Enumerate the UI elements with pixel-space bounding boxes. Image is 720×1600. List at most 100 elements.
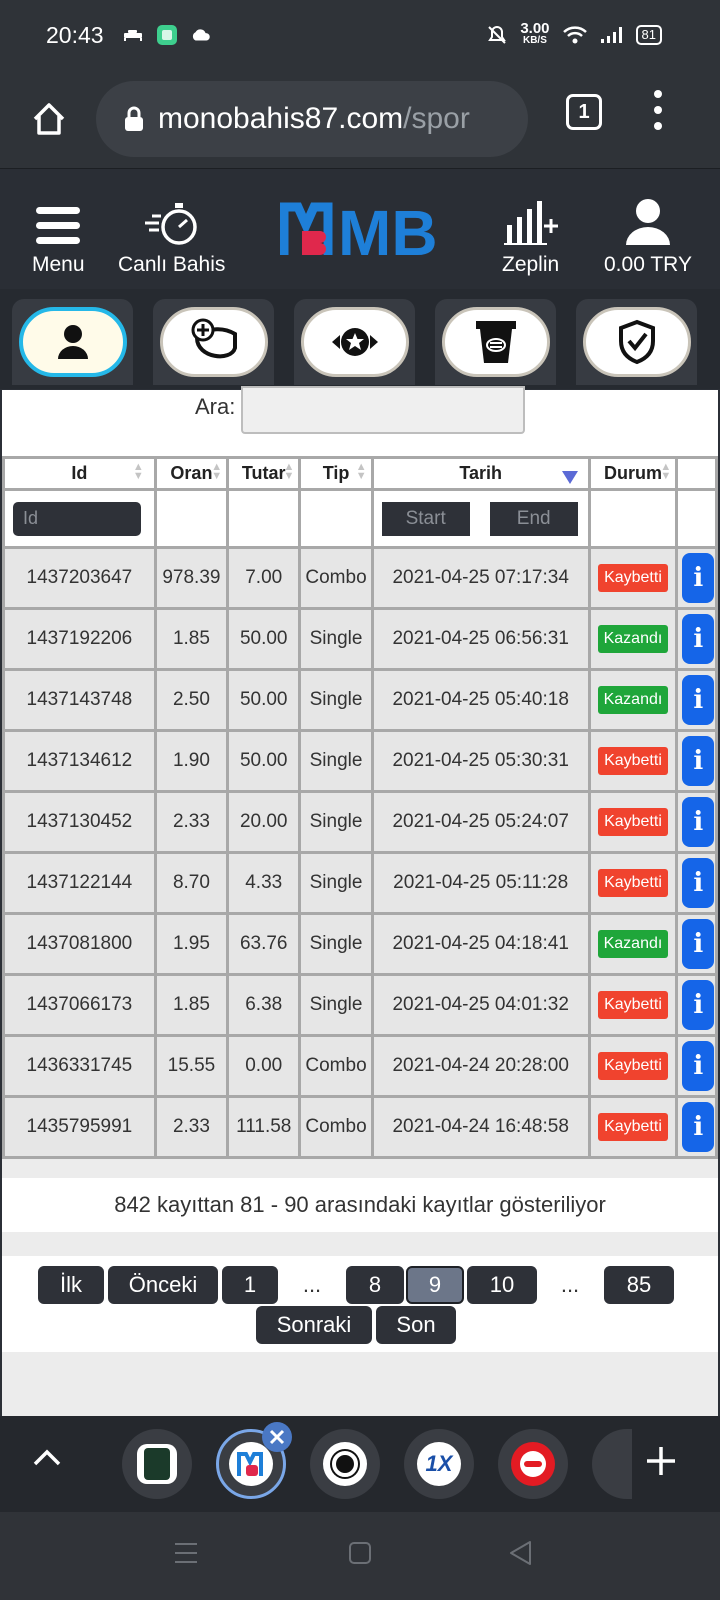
bonus-pill bbox=[300, 307, 409, 377]
info-button[interactable]: i bbox=[682, 553, 715, 603]
stopwatch-icon bbox=[143, 187, 201, 247]
col-header-tarih[interactable]: Tarih bbox=[373, 459, 588, 488]
user-icon bbox=[624, 187, 672, 247]
col-header-tutar[interactable]: Tutar ▲ ▼ bbox=[229, 459, 299, 488]
search-input[interactable] bbox=[241, 386, 525, 434]
tab-deposit[interactable] bbox=[153, 299, 274, 385]
tutar-cell: 50.00 bbox=[229, 732, 299, 790]
home-nav-button[interactable] bbox=[348, 1541, 372, 1570]
col-header-id[interactable]: Id ▲ ▼ bbox=[5, 459, 154, 488]
page-1-button[interactable]: 1 bbox=[222, 1266, 278, 1304]
back-triangle-icon bbox=[510, 1541, 531, 1565]
system-navigation-bar bbox=[0, 1512, 720, 1600]
info-button[interactable]: i bbox=[682, 1102, 715, 1152]
tab-thumb-1[interactable] bbox=[122, 1429, 192, 1499]
tab-thumb-4[interactable]: 1X bbox=[404, 1429, 474, 1499]
info-button[interactable]: i bbox=[682, 1041, 715, 1091]
info-button[interactable]: i bbox=[682, 858, 715, 908]
address-bar[interactable]: monobahis87.com/spor bbox=[96, 81, 528, 157]
account-button[interactable]: 0.00 TRY bbox=[604, 187, 692, 277]
status-bar: 20:43 3.00 KB/S 81 bbox=[0, 0, 720, 70]
col-header-tip[interactable]: Tip ▲ ▼ bbox=[301, 459, 371, 488]
search-row: Ara: bbox=[2, 386, 718, 458]
bet-history-table: Id ▲ ▼ Oran ▲ ▼ Tutar ▲ ▼ Tip ▲ ▼ Tarih Durum ▲ ▼ … bbox=[2, 456, 718, 1159]
col-header-durum[interactable]: Durum ▲ ▼ bbox=[590, 459, 676, 488]
info-button[interactable]: i bbox=[682, 919, 715, 969]
info-button[interactable]: i bbox=[682, 797, 715, 847]
home-button[interactable] bbox=[24, 94, 74, 144]
tip-cell: Single bbox=[301, 732, 371, 790]
status-badge: Kazandı bbox=[597, 625, 669, 653]
search-label: Ara: bbox=[195, 394, 236, 419]
oran-cell: 1.85 bbox=[156, 610, 227, 668]
tarih-cell: 2021-04-25 05:11:28 bbox=[373, 854, 588, 912]
tab-profile[interactable] bbox=[12, 299, 133, 385]
page-85-button[interactable]: 85 bbox=[604, 1266, 674, 1304]
id-cell: 1437203647 bbox=[5, 549, 154, 607]
start-date-input[interactable]: Start bbox=[381, 501, 470, 536]
tip-cell: Single bbox=[301, 793, 371, 851]
info-cell: i bbox=[678, 793, 715, 851]
durum-cell: Kaybetti bbox=[590, 1037, 676, 1095]
recents-button[interactable] bbox=[174, 1542, 198, 1569]
id-cell: 1437192206 bbox=[5, 610, 154, 668]
live-betting-button[interactable]: Canlı Bahis bbox=[118, 187, 225, 277]
id-filter-input[interactable]: Id bbox=[13, 501, 141, 536]
status-badge: Kaybetti bbox=[598, 991, 668, 1019]
tab-thumb-5[interactable] bbox=[498, 1429, 568, 1499]
home-square-icon bbox=[349, 1542, 371, 1564]
page-9-button-current[interactable]: 9 bbox=[406, 1266, 464, 1304]
info-icon: i bbox=[693, 868, 704, 898]
close-tab-button[interactable] bbox=[262, 1422, 292, 1452]
table-row: 1437130452 2.33 20.00 Single 2021-04-25 05:2… bbox=[5, 793, 715, 851]
site-logo[interactable]: MB bbox=[279, 197, 440, 269]
tab-thumb-6-partial[interactable] bbox=[592, 1429, 632, 1499]
lock-icon bbox=[125, 106, 143, 131]
table-row: 1437122144 8.70 4.33 Single 2021-04-25 05:11… bbox=[5, 854, 715, 912]
status-badge: Kazandı bbox=[597, 686, 669, 714]
add-money-icon bbox=[191, 318, 237, 359]
status-badge: Kazandı bbox=[597, 930, 669, 958]
browser-menu-button[interactable] bbox=[654, 90, 662, 130]
new-tab-button[interactable] bbox=[644, 1444, 678, 1483]
tab-thumb-3[interactable] bbox=[310, 1429, 380, 1499]
info-button[interactable]: i bbox=[682, 675, 715, 725]
id-cell: 1437066173 bbox=[5, 976, 154, 1034]
info-cell: i bbox=[678, 1037, 715, 1095]
oran-cell: 2.50 bbox=[156, 671, 227, 729]
durum-cell: Kazandı bbox=[590, 671, 676, 729]
status-time: 20:43 bbox=[46, 21, 104, 48]
tab-withdraw[interactable] bbox=[435, 299, 556, 385]
page-first-button[interactable]: İlk bbox=[38, 1266, 104, 1304]
page-ellipsis: ... bbox=[560, 1272, 580, 1297]
collapse-tabs-button[interactable] bbox=[30, 1446, 64, 1475]
tab-count-button[interactable]: 1 bbox=[566, 94, 602, 130]
tab-bonus[interactable] bbox=[294, 299, 415, 385]
info-button[interactable]: i bbox=[682, 736, 715, 786]
oran-cell: 1.95 bbox=[156, 915, 227, 973]
table-row: 1437066173 1.85 6.38 Single 2021-04-25 04:01… bbox=[5, 976, 715, 1034]
menu-button[interactable]: Menu bbox=[32, 187, 85, 277]
end-date-input[interactable]: End bbox=[489, 501, 578, 536]
deposit-pill bbox=[159, 307, 268, 377]
durum-cell: Kaybetti bbox=[590, 793, 676, 851]
page-next-button[interactable]: Sonraki bbox=[256, 1306, 372, 1344]
back-button[interactable] bbox=[508, 1540, 532, 1571]
col-header-oran[interactable]: Oran ▲ ▼ bbox=[156, 459, 227, 488]
info-button[interactable]: i bbox=[682, 980, 715, 1030]
bet-history-panel: Ara: Id ▲ ▼ Oran ▲ ▼ Tutar ▲ ▼ Tip ▲ ▼ Tarih Dur… bbox=[2, 386, 718, 1417]
page-10-button[interactable]: 10 bbox=[467, 1266, 537, 1304]
page-prev-button[interactable]: Önceki bbox=[108, 1266, 218, 1304]
page-8-button[interactable]: 8 bbox=[346, 1266, 404, 1304]
cloud-icon bbox=[192, 29, 210, 41]
info-button[interactable]: i bbox=[682, 614, 715, 664]
zeplin-button[interactable]: Zeplin bbox=[502, 187, 559, 277]
tab-security[interactable] bbox=[576, 299, 697, 385]
hamburger-icon bbox=[35, 187, 81, 247]
oran-cell: 8.70 bbox=[156, 854, 227, 912]
page-last-button[interactable]: Son bbox=[376, 1306, 456, 1344]
info-icon: i bbox=[693, 685, 704, 715]
wifi-icon bbox=[562, 26, 587, 44]
table-body: 1437203647 978.39 7.00 Combo 2021-04-25 07:1… bbox=[5, 549, 715, 1156]
sort-icon: ▲ ▼ bbox=[283, 461, 295, 482]
